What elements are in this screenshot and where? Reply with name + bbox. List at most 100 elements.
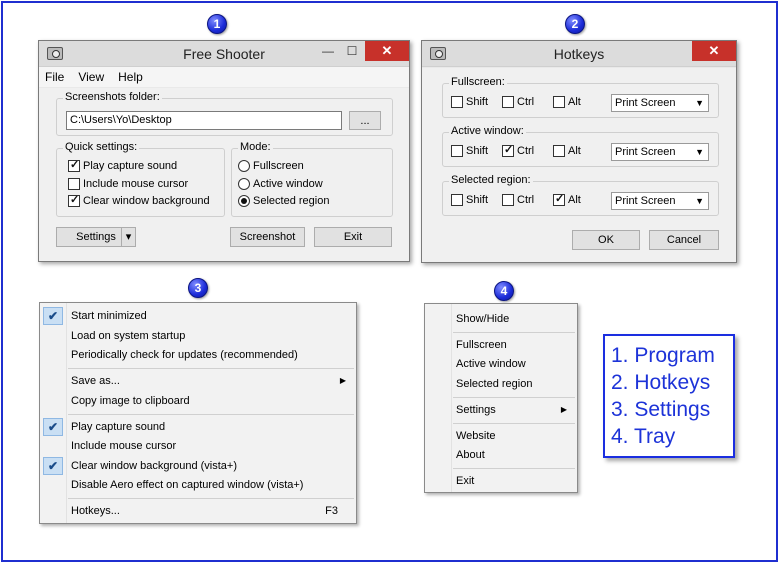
include-cursor-option[interactable]: Include mouse cursor [68,178,188,190]
menu-item-save-as[interactable]: Save as... ▶ [40,371,356,391]
menu-item-check-updates[interactable]: Periodically check for updates (recommen… [40,345,356,365]
active-ctrl-checkbox[interactable] [502,143,514,157]
program-window: Free Shooter — ☐ ✕ File View Help Screen… [38,40,410,262]
region-shift-checkbox[interactable] [451,194,463,206]
clear-background-option[interactable]: Clear window background [68,193,210,207]
legend-item-tray: 4. Tray [611,425,676,448]
menu-view[interactable]: View [78,70,104,84]
alt-label: Alt [568,96,581,108]
menu-item-shortcut: F3 [325,505,338,517]
exit-button[interactable]: Exit [314,227,392,247]
selected-region-key-select[interactable]: Print Screen ▼ [611,192,709,210]
maximize-button[interactable]: ☐ [341,41,363,61]
include-cursor-checkbox[interactable] [68,178,80,190]
screenshot-button[interactable]: Screenshot [230,227,305,247]
cancel-button[interactable]: Cancel [649,230,719,250]
menu-help[interactable]: Help [118,70,143,84]
mode-active-window-option[interactable]: Active window [238,178,323,190]
menu-item-hotkeys[interactable]: Hotkeys... F3 [40,501,356,521]
program-body: Screenshots folder: C:\Users\Yo\Desktop … [39,88,409,261]
active-alt-checkbox[interactable] [553,145,565,157]
tray-item-about[interactable]: About [425,445,577,465]
hotkeys-titlebar[interactable]: Hotkeys ✕ [422,41,736,67]
region-ctrl-checkbox[interactable] [502,194,514,206]
checkmark-icon: ✔ [43,418,63,436]
play-sound-option[interactable]: Play capture sound [68,158,177,172]
mode-active-window-radio[interactable] [238,178,250,190]
settings-dropdown-button[interactable]: ▾ [121,227,136,247]
ctrl-label: Ctrl [517,194,535,206]
mode-selected-region-option[interactable]: Selected region [238,195,329,207]
active-ctrl-option[interactable]: Ctrl [502,143,535,157]
legend-item-settings: 3. Settings [611,398,711,421]
menu-item-disable-aero[interactable]: Disable Aero effect on captured window (… [40,475,356,495]
active-alt-option[interactable]: Alt [553,145,581,157]
region-alt-checkbox[interactable] [553,192,565,206]
chevron-down-icon: ▼ [695,98,704,108]
folder-input[interactable]: C:\Users\Yo\Desktop [66,111,342,130]
menu-separator [453,468,575,469]
minimize-button[interactable]: — [317,41,339,61]
fullscreen-alt-option[interactable]: Alt [553,96,581,108]
checkmark-icon: ✔ [43,457,63,475]
menu-item-load-on-startup[interactable]: Load on system startup [40,326,356,346]
menu-item-label: Play capture sound [71,421,166,433]
menu-file[interactable]: File [45,70,64,84]
fullscreen-ctrl-checkbox[interactable] [502,96,514,108]
menu-item-label: Clear window background (vista+) [71,460,237,472]
active-shift-checkbox[interactable] [451,145,463,157]
chevron-down-icon: ▼ [695,147,704,157]
menu-item-clear-background[interactable]: ✔ Clear window background (vista+) [40,456,356,476]
tray-item-selected-region[interactable]: Selected region [425,374,577,394]
active-window-key-select[interactable]: Print Screen ▼ [611,143,709,161]
menu-separator [68,498,354,499]
tray-item-show-hide[interactable]: Show/Hide [425,309,577,329]
region-ctrl-option[interactable]: Ctrl [502,194,534,206]
program-titlebar[interactable]: Free Shooter — ☐ ✕ [39,41,409,67]
mode-label: Mode: [238,141,273,153]
mode-fullscreen-option[interactable]: Fullscreen [238,160,304,172]
menu-item-copy-clipboard[interactable]: Copy image to clipboard [40,391,356,411]
hotkeys-window: Hotkeys ✕ Fullscreen: Shift Ctrl Alt Pri… [421,40,737,263]
browse-button[interactable]: ... [349,111,381,130]
menu-item-play-sound[interactable]: ✔ Play capture sound [40,417,356,437]
tray-item-exit[interactable]: Exit [425,471,577,491]
ok-button[interactable]: OK [572,230,640,250]
tray-item-website[interactable]: Website [425,426,577,446]
fullscreen-hotkey-label: Fullscreen: [449,76,507,88]
shift-label: Shift [466,145,489,157]
ctrl-label: Ctrl [517,145,535,157]
region-shift-option[interactable]: Shift [451,194,488,206]
menu-separator [453,397,575,398]
menu-item-label: About [456,449,485,461]
fullscreen-ctrl-option[interactable]: Ctrl [502,96,534,108]
dropdown-arrow-icon: ▾ [125,231,132,243]
region-alt-option[interactable]: Alt [553,192,581,206]
active-shift-option[interactable]: Shift [451,145,488,157]
tray-item-active-window[interactable]: Active window [425,354,577,374]
mode-fullscreen-radio[interactable] [238,160,250,172]
chevron-right-icon: ▶ [560,405,567,414]
clear-background-checkbox[interactable] [68,193,80,207]
tray-item-settings[interactable]: Settings ▶ [425,400,577,420]
tray-item-fullscreen[interactable]: Fullscreen [425,335,577,355]
hotkeys-close-button[interactable]: ✕ [692,41,736,61]
menu-item-label: Periodically check for updates (recommen… [71,349,298,361]
include-cursor-label: Include mouse cursor [83,178,189,190]
fullscreen-key-select[interactable]: Print Screen ▼ [611,94,709,112]
close-button[interactable]: ✕ [365,41,409,61]
play-sound-checkbox[interactable] [68,158,80,172]
active-window-hotkey-label: Active window: [449,125,526,137]
menu-item-start-minimized[interactable]: ✔ Start minimized [40,306,356,326]
mode-group: Mode: Fullscreen Active window Selected … [231,141,393,217]
badge-3: 3 [188,278,208,298]
mode-selected-region-radio[interactable] [238,195,250,207]
active-window-hotkey-group: Active window: Shift Ctrl Alt Print Scre… [442,125,719,167]
badge-1: 1 [207,14,227,34]
fullscreen-shift-option[interactable]: Shift [451,96,488,108]
fullscreen-alt-checkbox[interactable] [553,96,565,108]
fullscreen-shift-checkbox[interactable] [451,96,463,108]
menu-item-include-cursor[interactable]: Include mouse cursor [40,436,356,456]
menu-separator [453,332,575,333]
legend-item-program: 1. Program [611,344,715,367]
